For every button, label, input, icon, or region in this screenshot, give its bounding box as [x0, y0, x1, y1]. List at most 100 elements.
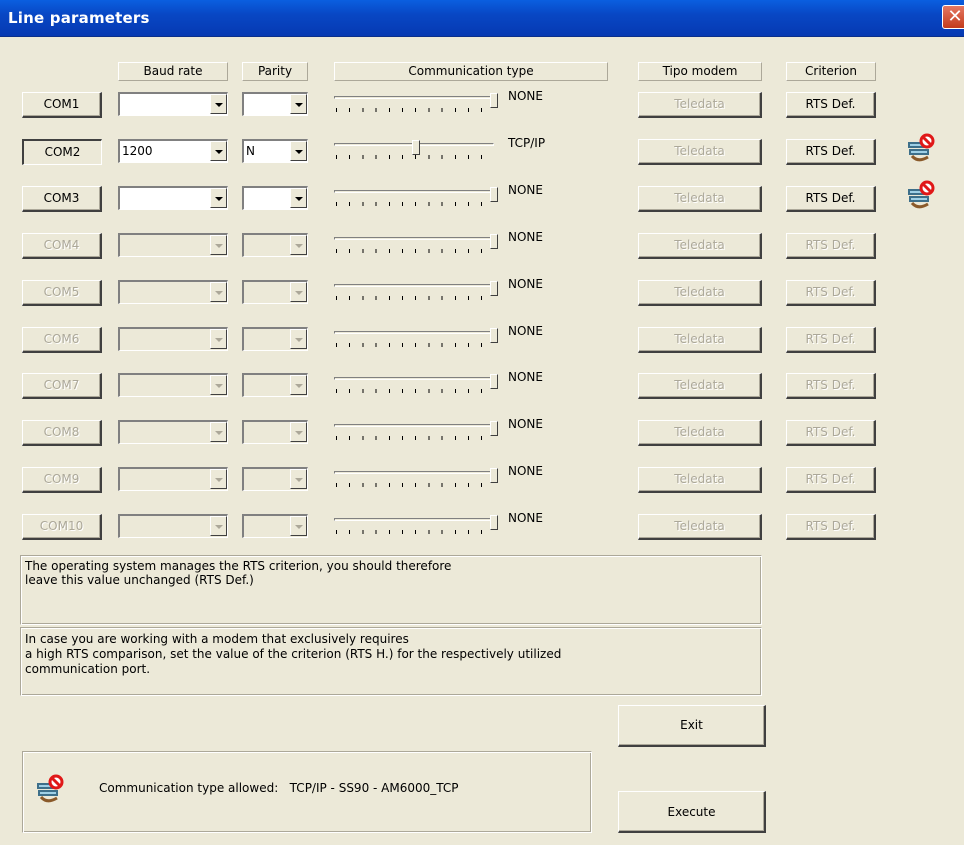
- modem-info-line-1: In case you are working with a modem tha…: [25, 632, 409, 646]
- slider-thumb[interactable]: [490, 328, 498, 343]
- row-com4-parity-select[interactable]: [242, 233, 308, 257]
- slider-thumb[interactable]: [490, 281, 498, 296]
- slider-track: [334, 377, 494, 380]
- row-com7-baud-select[interactable]: [118, 373, 228, 397]
- row-com4-criterion-button[interactable]: RTS Def.: [786, 233, 876, 259]
- row-com5-modem-button[interactable]: Teledata: [638, 280, 762, 306]
- row-com2-modem-button[interactable]: Teledata: [638, 139, 762, 165]
- chevron-down-icon[interactable]: [290, 422, 307, 442]
- row-com7-port-button[interactable]: COM7: [22, 373, 102, 399]
- row-com10-criterion-button[interactable]: RTS Def.: [786, 514, 876, 540]
- row-com5-port-button[interactable]: COM5: [22, 280, 102, 306]
- row-com9-parity-select[interactable]: [242, 467, 308, 491]
- slider-thumb[interactable]: [490, 468, 498, 483]
- row-com10-comm-slider[interactable]: [334, 514, 502, 544]
- row-com1-comm-slider[interactable]: [334, 92, 502, 122]
- slider-track: [334, 96, 494, 99]
- row-com7-parity-select[interactable]: [242, 373, 308, 397]
- row-com2-comm-slider[interactable]: [334, 139, 502, 169]
- chevron-down-icon[interactable]: [210, 375, 227, 395]
- row-com5-parity-select[interactable]: [242, 280, 308, 304]
- chevron-down-icon[interactable]: [290, 469, 307, 489]
- row-com6-parity-select[interactable]: [242, 327, 308, 351]
- slider-thumb[interactable]: [490, 374, 498, 389]
- row-com3-modem-button[interactable]: Teledata: [638, 186, 762, 212]
- row-com2-criterion-button[interactable]: RTS Def.: [786, 139, 876, 165]
- chevron-down-icon[interactable]: [210, 469, 227, 489]
- row-com6-comm-slider[interactable]: [334, 327, 502, 357]
- row-com7-modem-button[interactable]: Teledata: [638, 373, 762, 399]
- chevron-down-icon[interactable]: [290, 375, 307, 395]
- row-com9-baud-select[interactable]: [118, 467, 228, 491]
- chevron-down-icon[interactable]: [210, 329, 227, 349]
- row-com3-parity-select[interactable]: [242, 186, 308, 210]
- slider-thumb[interactable]: [490, 234, 498, 249]
- row-com7-criterion-button[interactable]: RTS Def.: [786, 373, 876, 399]
- exit-button[interactable]: Exit: [618, 705, 766, 747]
- slider-thumb[interactable]: [412, 140, 420, 155]
- row-com1-baud-select[interactable]: [118, 92, 228, 116]
- row-com4-comm-slider[interactable]: [334, 233, 502, 263]
- row-com1-parity-select[interactable]: [242, 92, 308, 116]
- slider-thumb[interactable]: [490, 93, 498, 108]
- row-com6-criterion-button[interactable]: RTS Def.: [786, 327, 876, 353]
- row-com1-port-button[interactable]: COM1: [22, 92, 102, 118]
- row-com4-comm-type: NONE: [508, 230, 543, 244]
- row-com5-baud-select[interactable]: [118, 280, 228, 304]
- row-com9-modem-button[interactable]: Teledata: [638, 467, 762, 493]
- chevron-down-icon[interactable]: [290, 141, 307, 161]
- chevron-down-icon[interactable]: [210, 235, 227, 255]
- chevron-down-icon[interactable]: [210, 141, 227, 161]
- slider-thumb[interactable]: [490, 515, 498, 530]
- row-com1-modem-button[interactable]: Teledata: [638, 92, 762, 118]
- row-com9-criterion-button[interactable]: RTS Def.: [786, 467, 876, 493]
- row-com8-baud-select[interactable]: [118, 420, 228, 444]
- row-com10-baud-select[interactable]: [118, 514, 228, 538]
- row-com9-comm-slider[interactable]: [334, 467, 502, 497]
- chevron-down-icon[interactable]: [210, 516, 227, 536]
- row-com10-parity-select[interactable]: [242, 514, 308, 538]
- header-communication-type: Communication type: [334, 62, 608, 81]
- row-com8-comm-slider[interactable]: [334, 420, 502, 450]
- chevron-down-icon[interactable]: [290, 235, 307, 255]
- row-com4-modem-button[interactable]: Teledata: [638, 233, 762, 259]
- row-com3-criterion-button[interactable]: RTS Def.: [786, 186, 876, 212]
- row-com5-comm-slider[interactable]: [334, 280, 502, 310]
- chevron-down-icon[interactable]: [210, 94, 227, 114]
- row-com9-port-button[interactable]: COM9: [22, 467, 102, 493]
- chevron-down-icon[interactable]: [290, 282, 307, 302]
- row-com6-modem-button[interactable]: Teledata: [638, 327, 762, 353]
- row-com2-baud-select[interactable]: 1200: [118, 139, 228, 163]
- close-button[interactable]: ✕: [942, 5, 964, 29]
- execute-button[interactable]: Execute: [618, 791, 766, 833]
- row-com10-modem-button[interactable]: Teledata: [638, 514, 762, 540]
- row-com1-criterion-button[interactable]: RTS Def.: [786, 92, 876, 118]
- row-com8-parity-select[interactable]: [242, 420, 308, 444]
- chevron-down-icon[interactable]: [290, 188, 307, 208]
- row-com4-baud-select[interactable]: [118, 233, 228, 257]
- chevron-down-icon[interactable]: [290, 94, 307, 114]
- slider-thumb[interactable]: [490, 421, 498, 436]
- chevron-down-icon[interactable]: [290, 516, 307, 536]
- row-com3-comm-slider[interactable]: [334, 186, 502, 216]
- allowed-types-text: Communication type allowed: TCP/IP - SS9…: [99, 781, 459, 795]
- row-com8-modem-button[interactable]: Teledata: [638, 420, 762, 446]
- chevron-down-icon[interactable]: [210, 282, 227, 302]
- row-com5-criterion-button[interactable]: RTS Def.: [786, 280, 876, 306]
- header-criterion: Criterion: [786, 62, 876, 81]
- row-com6-port-button[interactable]: COM6: [22, 327, 102, 353]
- row-com7-comm-slider[interactable]: [334, 373, 502, 403]
- row-com3-port-button[interactable]: COM3: [22, 186, 102, 212]
- slider-thumb[interactable]: [490, 187, 498, 202]
- chevron-down-icon[interactable]: [210, 188, 227, 208]
- chevron-down-icon[interactable]: [290, 329, 307, 349]
- chevron-down-icon[interactable]: [210, 422, 227, 442]
- row-com10-port-button[interactable]: COM10: [22, 514, 102, 540]
- row-com4-port-button[interactable]: COM4: [22, 233, 102, 259]
- row-com8-port-button[interactable]: COM8: [22, 420, 102, 446]
- row-com8-criterion-button[interactable]: RTS Def.: [786, 420, 876, 446]
- row-com3-baud-select[interactable]: [118, 186, 228, 210]
- row-com2-port-button[interactable]: COM2: [22, 139, 102, 165]
- row-com2-parity-select[interactable]: N: [242, 139, 308, 163]
- row-com6-baud-select[interactable]: [118, 327, 228, 351]
